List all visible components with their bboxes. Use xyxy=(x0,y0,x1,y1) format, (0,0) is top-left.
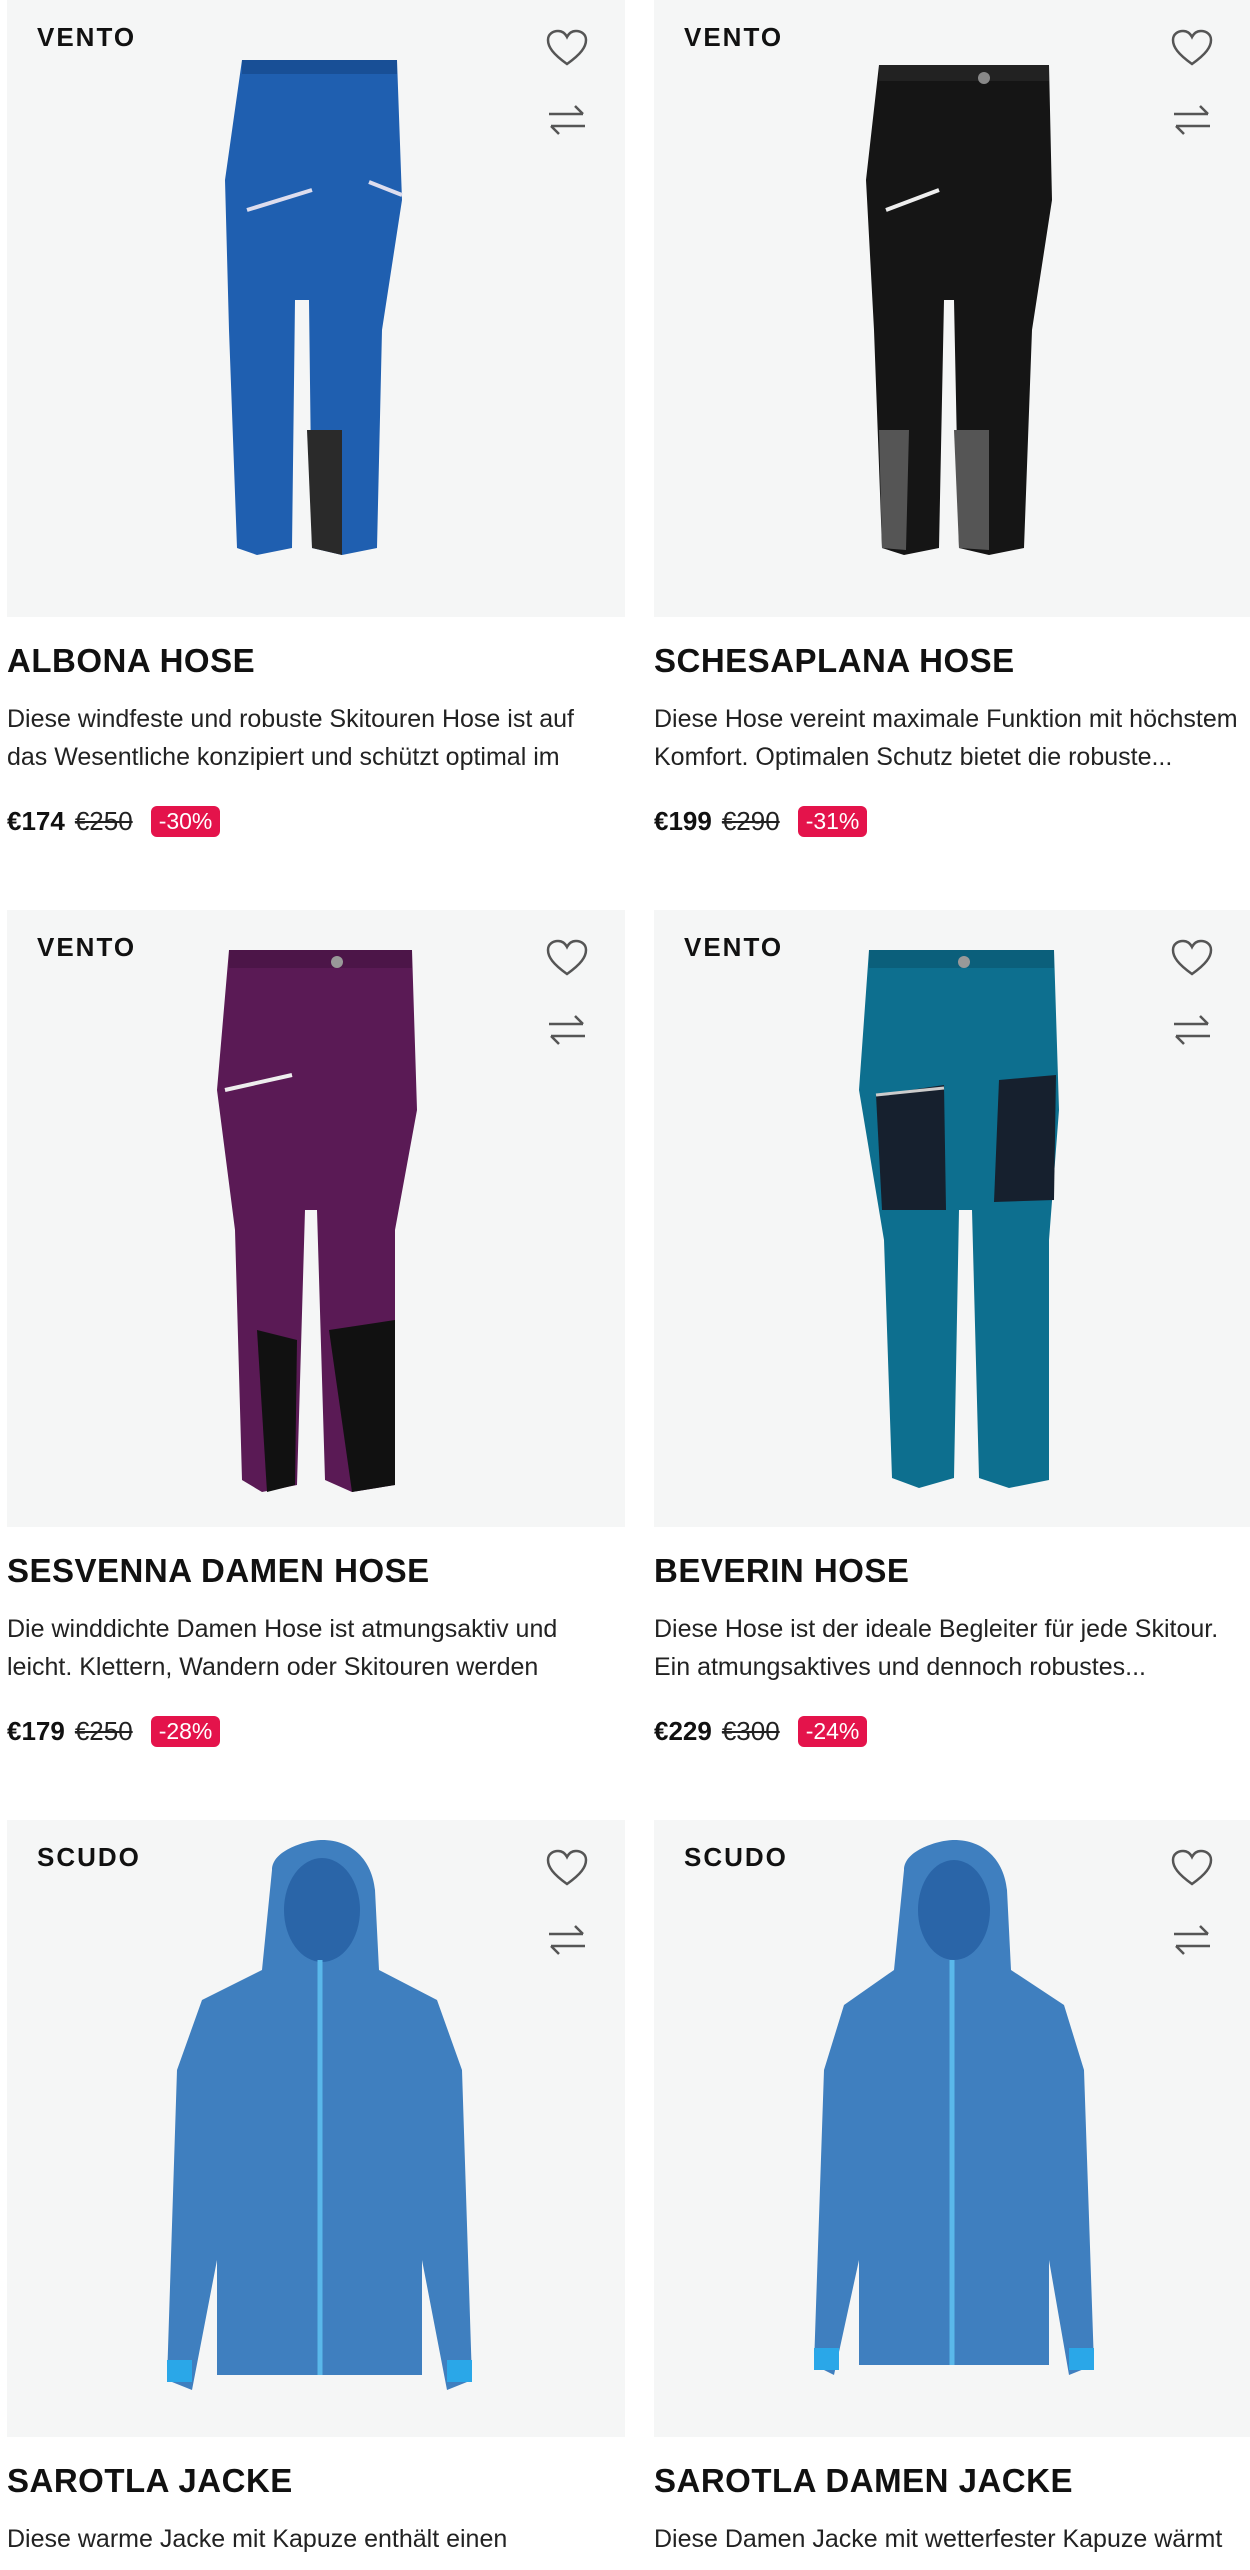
product-card[interactable]: SCUDO SAROTLA JACKE Diese warme Jacke mi… xyxy=(7,1820,625,2553)
current-price: €199 xyxy=(654,806,712,836)
product-image-black-pants xyxy=(866,65,1052,555)
product-description: Diese Damen Jacke mit wetterfester Kapuz… xyxy=(654,2525,1223,2553)
price-row: €174 €250 -30% xyxy=(7,806,221,837)
product-title[interactable]: ALBONA HOSE xyxy=(7,642,255,680)
product-image-blue-jacket-women xyxy=(814,1840,1094,2375)
price-row: €229 €300 -24% xyxy=(654,1716,868,1747)
product-image-area[interactable]: VENTO xyxy=(654,0,1250,617)
product-description: Die winddichte Damen Hose ist atmungsakt… xyxy=(7,1615,558,1681)
product-image-blue-jacket xyxy=(167,1840,472,2390)
product-card[interactable]: VENTO SESVENNA DAMEN HOSE Die winddichte… xyxy=(7,910,625,1747)
discount-badge: -24% xyxy=(797,1716,868,1747)
current-price: €179 xyxy=(7,1716,65,1746)
price-row: €179 €250 -28% xyxy=(7,1716,221,1747)
product-title[interactable]: SESVENNA DAMEN HOSE xyxy=(7,1552,430,1590)
product-image-area[interactable]: VENTO xyxy=(654,910,1250,1527)
discount-badge: -31% xyxy=(797,806,868,837)
product-title[interactable]: SCHESAPLANA HOSE xyxy=(654,642,1015,680)
product-image-area[interactable]: VENTO xyxy=(7,910,625,1527)
product-image-area[interactable]: SCUDO xyxy=(654,1820,1250,2437)
product-description: Diese warme Jacke mit Kapuze enthält ein… xyxy=(7,2525,508,2553)
product-title[interactable]: SAROTLA JACKE xyxy=(7,2462,293,2500)
product-card[interactable]: SCUDO SAROTLA DAMEN JACKE Diese Damen Ja… xyxy=(654,1820,1250,2553)
current-price: €174 xyxy=(7,806,65,836)
old-price: €250 xyxy=(74,806,133,836)
discount-badge: -30% xyxy=(150,806,221,837)
product-title[interactable]: BEVERIN HOSE xyxy=(654,1552,909,1590)
product-description: Diese Hose vereint maximale Funktion mit… xyxy=(654,705,1238,771)
product-description: Diese windfeste und robuste Skitouren Ho… xyxy=(7,705,574,771)
product-image-area[interactable]: SCUDO xyxy=(7,1820,625,2437)
product-image-teal-pants xyxy=(859,950,1059,1488)
old-price: €290 xyxy=(721,806,780,836)
product-card[interactable]: VENTO BEVERIN HOSE Diese Hose ist der id… xyxy=(654,910,1250,1747)
product-description: Diese Hose ist der ideale Begleiter für … xyxy=(654,1615,1219,1681)
price-row: €199 €290 -31% xyxy=(654,806,868,837)
old-price: €300 xyxy=(721,1716,780,1746)
product-image-blue-pants xyxy=(225,60,403,555)
product-card[interactable]: VENTO SCHESAPLANA HOSE Diese Hose verein… xyxy=(654,0,1250,837)
discount-badge: -28% xyxy=(150,1716,221,1747)
product-title[interactable]: SAROTLA DAMEN JACKE xyxy=(654,2462,1073,2500)
product-image-purple-pants xyxy=(217,950,417,1492)
product-image-area[interactable]: VENTO xyxy=(7,0,625,617)
product-card[interactable]: VENTO ALBONA HOSE Diese windfeste und ro… xyxy=(7,0,625,837)
old-price: €250 xyxy=(74,1716,133,1746)
current-price: €229 xyxy=(654,1716,712,1746)
